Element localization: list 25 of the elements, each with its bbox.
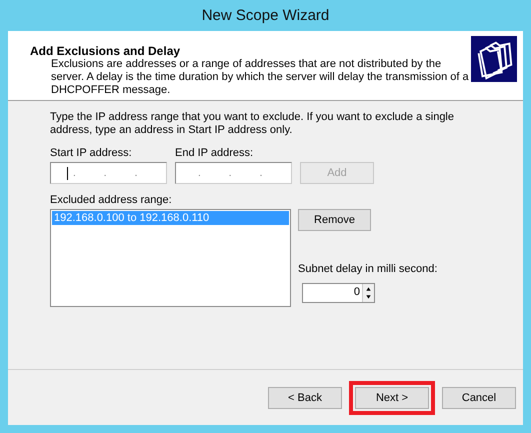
ip-separator: . [102,168,107,178]
field-label: Start IP address: [50,147,133,159]
field-label: End IP address: [175,147,254,159]
ip-separator: . [72,168,76,178]
page-description: Exclusions are addresses or a range of addresses that are not distributed by the server. A delay is the time duration by which the server will delay the transmission of a DHCPOFFER message. [50,58,470,98]
spin-down-icon[interactable] [363,293,374,302]
instructions-text: Type the IP address range that you want to exclude. If you want to exclude a single address, type an address in Start IP address only. [50,111,455,137]
ip-separator: . [197,168,201,178]
wizard-button[interactable]: Next > [355,386,429,408]
end-ip-field[interactable]: . . . [175,162,292,184]
ip-separator: . [228,168,232,178]
remove-button[interactable]: Remove [298,209,371,231]
delay-spinbox[interactable]: 0 [302,283,375,303]
start-ip-field[interactable]: . . . [50,162,167,184]
wizard-button[interactable]: Cancel [442,386,516,408]
page-title: Add Exclusions and Delay [30,44,182,58]
wizard-button[interactable]: < Back [268,386,342,408]
ip-separator: . [258,168,262,178]
delay-label: Subnet delay in milli second: [298,263,438,275]
folders-icon [471,35,517,83]
window-title: New Scope Wizard [202,7,330,24]
ip-separator: . [134,168,138,178]
delay-value: 0 [354,285,361,300]
list-label: Excluded address range: [50,194,173,206]
spin-up-icon[interactable] [363,284,374,293]
